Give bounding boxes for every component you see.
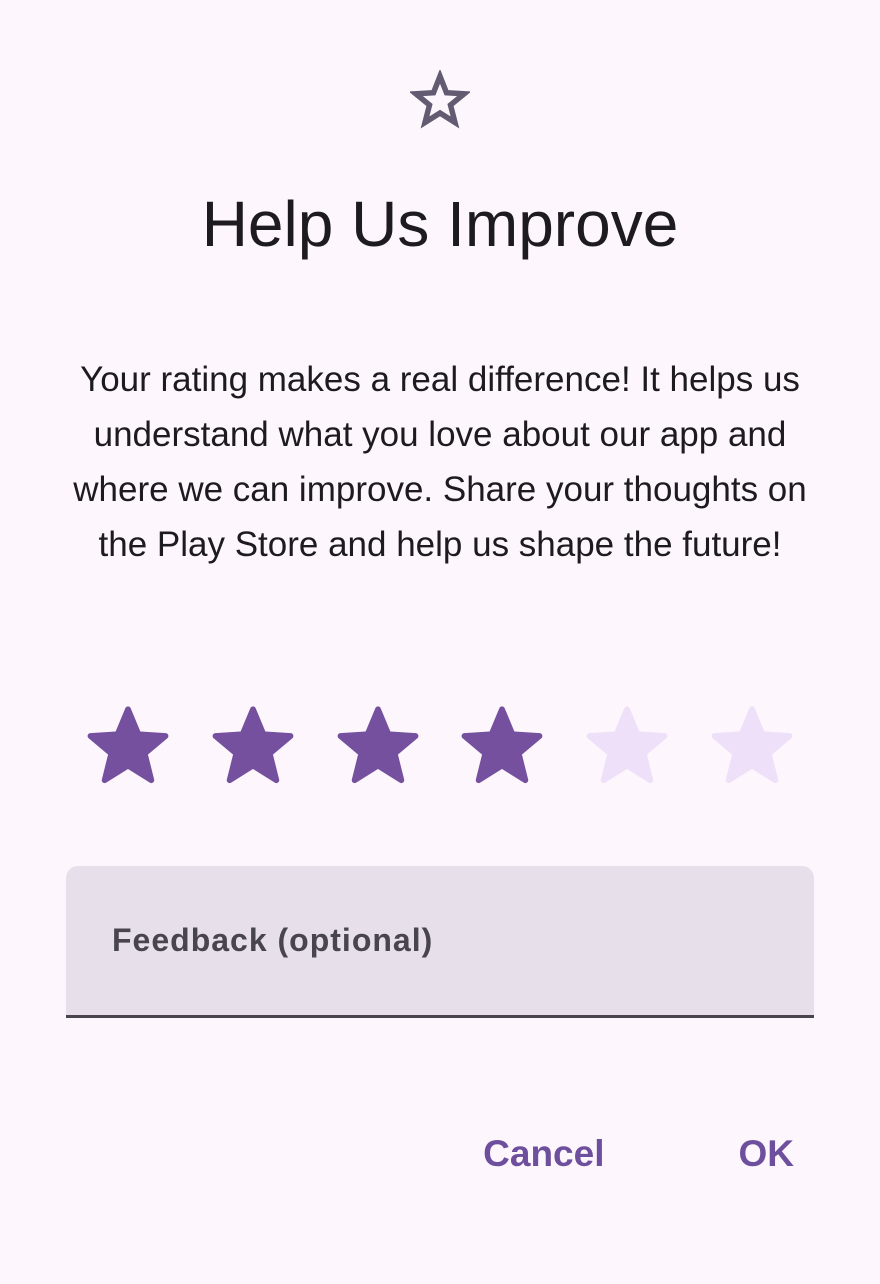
star-icon (87, 706, 169, 784)
dialog-title: Help Us Improve (201, 188, 679, 260)
rating-star-3[interactable] (328, 696, 428, 796)
ok-button[interactable]: OK (715, 1121, 819, 1187)
star-icon (212, 706, 294, 784)
feedback-field[interactable] (66, 866, 814, 1018)
star-icon (586, 706, 668, 784)
dialog-actions: Cancel OK (459, 1118, 818, 1190)
rating-star-4[interactable] (452, 696, 552, 796)
dialog-message: Your rating makes a real difference! It … (73, 360, 807, 564)
star-icon (711, 706, 793, 784)
header-icon-container (0, 70, 880, 130)
cancel-button[interactable]: Cancel (459, 1121, 628, 1187)
feedback-input[interactable] (66, 866, 814, 1015)
star-rating-bar[interactable] (78, 696, 802, 796)
rating-star-5[interactable] (577, 696, 677, 796)
star-outline-icon (410, 70, 470, 129)
rating-star-2[interactable] (203, 696, 303, 796)
rating-dialog: Help Us Improve Your rating makes a real… (0, 0, 880, 1284)
rating-star-1[interactable] (78, 696, 178, 796)
star-icon (337, 706, 419, 784)
star-icon (461, 706, 543, 784)
rating-star-6[interactable] (702, 696, 802, 796)
